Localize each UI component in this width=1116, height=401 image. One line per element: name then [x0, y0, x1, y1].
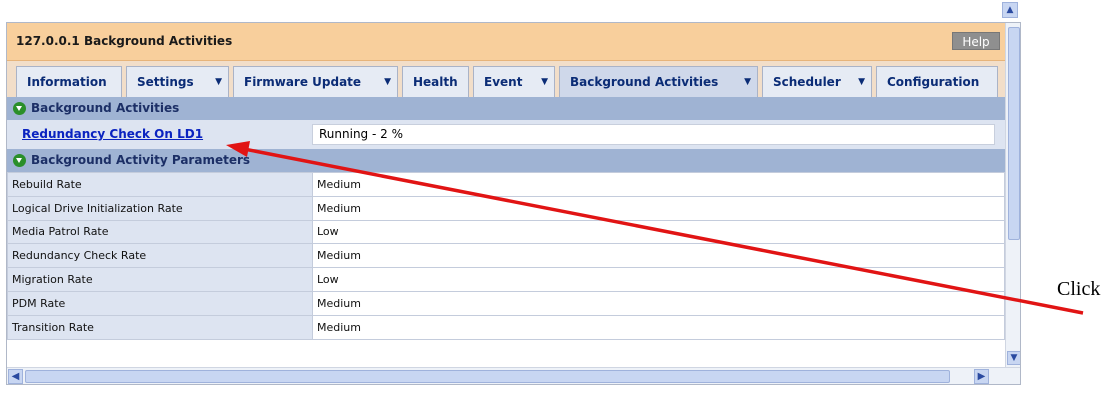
tab-label: Background Activities — [570, 75, 719, 89]
tab-scheduler[interactable]: Scheduler ▼ — [762, 66, 872, 97]
chevron-down-icon: ▼ — [858, 77, 865, 87]
scroll-left-button[interactable]: ◀ — [8, 369, 23, 384]
param-value: Medium — [312, 172, 1005, 197]
window-title: 127.0.0.1 Background Activities — [16, 34, 233, 48]
scroll-right-button[interactable]: ▶ — [974, 369, 989, 384]
param-value: Medium — [312, 195, 1005, 221]
tab-label: Firmware Update — [244, 75, 362, 89]
param-name: Migration Rate — [7, 267, 313, 292]
tab-bar: Information Settings ▼ Firmware Update ▼… — [7, 61, 1005, 97]
param-name: Media Patrol Rate — [7, 219, 313, 245]
section-header-background-activities[interactable]: Background Activities — [7, 97, 1005, 120]
horizontal-scroll-thumb[interactable] — [25, 370, 950, 383]
chevron-down-icon: ▼ — [541, 77, 548, 87]
table-row: Rebuild Rate Medium — [7, 172, 1005, 197]
tab-configuration[interactable]: Configuration — [876, 66, 998, 97]
param-name: PDM Rate — [7, 290, 313, 316]
param-name: Logical Drive Initialization Rate — [7, 195, 313, 221]
content-area: Background Activities Redundancy Check O… — [7, 97, 1005, 367]
tab-information[interactable]: Information — [16, 66, 122, 97]
redundancy-check-link[interactable]: Redundancy Check On LD1 — [22, 127, 203, 141]
table-row: Logical Drive Initialization Rate Medium — [7, 195, 1005, 221]
param-value: Medium — [312, 314, 1005, 340]
chevron-down-icon: ▼ — [384, 77, 391, 87]
param-name: Transition Rate — [7, 314, 313, 340]
tab-settings[interactable]: Settings ▼ — [126, 66, 229, 97]
chevron-down-icon: ▼ — [215, 77, 222, 87]
tab-label: Health — [413, 75, 458, 89]
scroll-down-button[interactable]: ▼ — [1007, 351, 1020, 365]
horizontal-scrollbar[interactable]: ◀ ▶ — [7, 367, 1020, 384]
activity-status: Running - 2 % — [312, 124, 995, 145]
param-value: Medium — [312, 290, 1005, 316]
table-row: Media Patrol Rate Low — [7, 219, 1005, 245]
tab-firmware-update[interactable]: Firmware Update ▼ — [233, 66, 398, 97]
tab-event[interactable]: Event ▼ — [473, 66, 555, 97]
tab-label: Event — [484, 75, 523, 89]
collapse-icon[interactable] — [13, 154, 26, 167]
table-row: PDM Rate Medium — [7, 290, 1005, 316]
param-value: Low — [312, 219, 1005, 245]
background-activities-window: 127.0.0.1 Background Activities Help Inf… — [6, 22, 1021, 385]
annotation-label: Click — [1057, 278, 1101, 300]
section-title: Background Activity Parameters — [31, 153, 251, 167]
tab-health[interactable]: Health — [402, 66, 469, 97]
parameters-table: Rebuild Rate Medium Logical Drive Initia… — [7, 172, 1005, 340]
param-name: Redundancy Check Rate — [7, 243, 313, 269]
collapse-icon[interactable] — [13, 102, 26, 115]
scroll-up-button[interactable]: ▲ — [1002, 2, 1018, 18]
param-value: Low — [312, 267, 1005, 292]
tab-background-activities[interactable]: Background Activities ▼ — [559, 66, 758, 97]
param-name: Rebuild Rate — [7, 172, 313, 197]
vertical-scroll-thumb[interactable] — [1008, 27, 1020, 240]
table-row: Transition Rate Medium — [7, 314, 1005, 340]
section-title: Background Activities — [31, 101, 180, 115]
help-button[interactable]: Help — [952, 32, 1000, 50]
param-value: Medium — [312, 243, 1005, 269]
tab-label: Settings — [137, 75, 194, 89]
vertical-scrollbar[interactable]: ▼ — [1005, 23, 1020, 367]
activity-row: Redundancy Check On LD1 Running - 2 % — [7, 120, 1005, 149]
tab-label: Configuration — [887, 75, 980, 89]
tab-label: Scheduler — [773, 75, 841, 89]
section-header-parameters[interactable]: Background Activity Parameters — [7, 149, 1005, 172]
table-row: Redundancy Check Rate Medium — [7, 243, 1005, 269]
tab-label: Information — [27, 75, 107, 89]
chevron-down-icon: ▼ — [744, 77, 751, 87]
title-bar: 127.0.0.1 Background Activities Help — [7, 23, 1005, 61]
table-row: Migration Rate Low — [7, 267, 1005, 292]
